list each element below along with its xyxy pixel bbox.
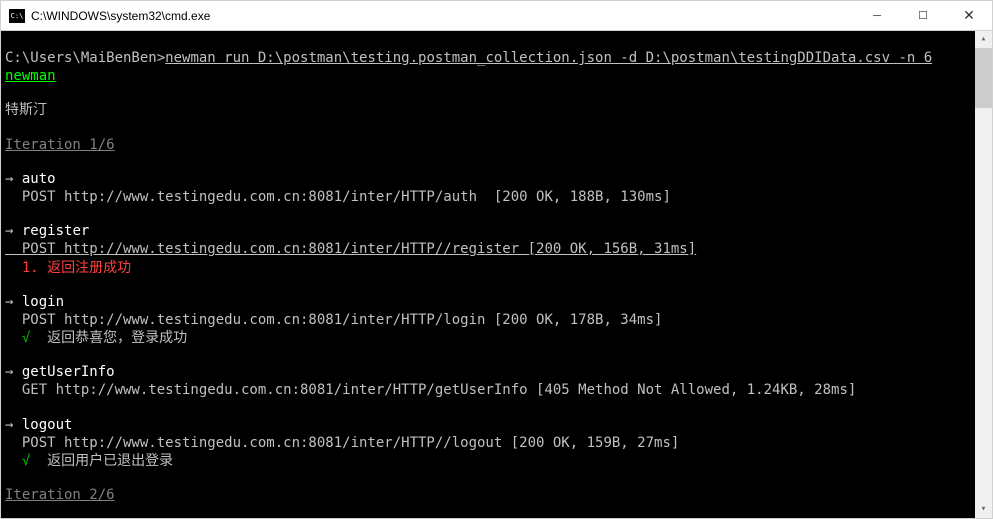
assertion-passed: √ 返回恭喜您，登录成功 <box>5 329 971 347</box>
request-register: → register <box>5 222 971 240</box>
request-logout-result: POST http://www.testingedu.com.cn:8081/i… <box>5 434 971 452</box>
arrow-icon: → <box>5 417 13 433</box>
request-login: → login <box>5 293 971 311</box>
assertion-text: 返回注册成功 <box>39 260 131 276</box>
close-button[interactable]: ✕ <box>946 1 992 30</box>
terminal-area[interactable]: C:\Users\MaiBenBen>newman run D:\postman… <box>1 31 992 518</box>
assertion-num: 1. <box>5 260 39 276</box>
arrow-icon: → <box>5 223 13 239</box>
command-text: newman run D:\postman\testing.postman_co… <box>165 50 932 66</box>
maximize-button[interactable]: ☐ <box>900 1 946 30</box>
arrow-icon: → <box>5 171 13 187</box>
prompt: C:\Users\MaiBenBen> <box>5 50 165 66</box>
scroll-up-button[interactable]: ▴ <box>975 31 992 48</box>
request-getuserinfo: → getUserInfo <box>5 363 971 381</box>
assertion-text: 返回恭喜您，登录成功 <box>39 330 187 346</box>
request-getuserinfo-result: GET http://www.testingedu.com.cn:8081/in… <box>5 381 971 399</box>
command-line: C:\Users\MaiBenBen>newman run D:\postman… <box>5 49 971 67</box>
scrollbar-track[interactable] <box>975 48 992 501</box>
request-login-result: POST http://www.testingedu.com.cn:8081/i… <box>5 311 971 329</box>
newman-header: newman <box>5 67 971 85</box>
cmd-icon <box>9 9 25 23</box>
request-name: logout <box>22 417 73 433</box>
assertion-text: 返回用户已退出登录 <box>39 453 173 469</box>
cmd-window: C:\WINDOWS\system32\cmd.exe ─ ☐ ✕ C:\Use… <box>0 0 993 519</box>
request-name: getUserInfo <box>22 364 115 380</box>
request-name: login <box>22 294 64 310</box>
iteration-2-header: Iteration 2/6 <box>5 486 971 504</box>
window-controls: ─ ☐ ✕ <box>854 1 992 30</box>
checkmark-icon: √ <box>5 453 39 469</box>
minimize-button[interactable]: ─ <box>854 1 900 30</box>
assertion-passed: √ 返回用户已退出登录 <box>5 452 971 470</box>
scroll-down-button[interactable]: ▾ <box>975 501 992 518</box>
iteration-1-header: Iteration 1/6 <box>5 136 971 154</box>
request-logout: → logout <box>5 416 971 434</box>
titlebar[interactable]: C:\WINDOWS\system32\cmd.exe ─ ☐ ✕ <box>1 1 992 31</box>
assertion-failed: 1. 返回注册成功 <box>5 259 971 277</box>
request-name: register <box>22 223 89 239</box>
request-name: auto <box>22 171 56 187</box>
checkmark-icon: √ <box>5 330 39 346</box>
window-title: C:\WINDOWS\system32\cmd.exe <box>31 9 854 23</box>
request-register-result: POST http://www.testingedu.com.cn:8081/i… <box>5 240 971 258</box>
request-auto-1-result: POST http://www.testingedu.com.cn:8081/i… <box>5 188 971 206</box>
collection-name: 特斯汀 <box>5 101 971 119</box>
scrollbar[interactable]: ▴ ▾ <box>975 31 992 518</box>
scrollbar-thumb[interactable] <box>975 48 992 108</box>
request-auto-1: → auto <box>5 170 971 188</box>
arrow-icon: → <box>5 364 13 380</box>
arrow-icon: → <box>5 294 13 310</box>
